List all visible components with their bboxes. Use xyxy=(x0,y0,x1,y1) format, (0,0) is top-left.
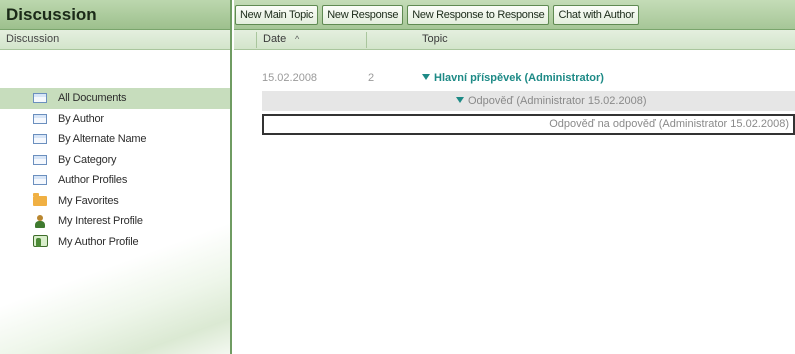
document-view-icon xyxy=(32,173,48,187)
new-main-topic-button[interactable]: New Main Topic xyxy=(235,5,319,25)
column-header-date[interactable]: Date xyxy=(263,30,286,50)
row-topic-text: Odpověď na odpověď (Administrator 15.02.… xyxy=(549,118,789,130)
expand-twisty-icon[interactable] xyxy=(422,74,430,80)
app-title: Discussion xyxy=(6,5,97,24)
document-view-icon xyxy=(32,91,48,105)
view-label: My Author Profile xyxy=(58,235,139,248)
row-date: 15.02.2008 xyxy=(262,72,318,84)
document-view-icon xyxy=(32,132,48,146)
document-row-main-topic[interactable]: 15.02.2008 2 Hlavní příspěvek (Administr… xyxy=(234,68,795,88)
document-view-icon xyxy=(32,153,48,167)
column-header-row: Date ^ Topic xyxy=(234,30,795,50)
navigator-pane: Discussion Discussion All Documents By A… xyxy=(0,0,232,354)
person-icon xyxy=(32,214,48,228)
column-separator xyxy=(366,32,367,48)
new-response-to-response-button[interactable]: New Response to Response xyxy=(407,5,550,25)
column-separator xyxy=(256,32,257,48)
view-by-category[interactable]: By Category xyxy=(0,150,230,171)
view-label: By Author xyxy=(58,112,104,125)
profile-icon xyxy=(32,235,48,249)
sidebar-title-bar: Discussion xyxy=(0,0,230,30)
action-bar: New Main Topic New Response New Response… xyxy=(234,0,795,30)
row-topic-text: Odpověď (Administrator 15.02.2008) xyxy=(468,95,647,107)
view-my-interest-profile[interactable]: My Interest Profile xyxy=(0,211,230,232)
row-topic-text: Hlavní příspěvek (Administrator) xyxy=(434,72,604,84)
view-label: My Favorites xyxy=(58,194,119,207)
row-topic: Hlavní příspěvek (Administrator) xyxy=(422,68,604,88)
row-response-count: 2 xyxy=(368,72,375,84)
folder-icon xyxy=(32,192,48,208)
column-header-topic[interactable]: Topic xyxy=(422,30,448,50)
view-label: By Alternate Name xyxy=(58,133,147,146)
view-pane: New Main Topic New Response New Response… xyxy=(234,0,795,354)
expand-twisty-icon[interactable] xyxy=(456,97,464,103)
chat-with-author-button[interactable]: Chat with Author xyxy=(553,5,640,25)
view-list: All Documents By Author By Alternate Nam… xyxy=(0,88,230,252)
view-label: All Documents xyxy=(58,92,127,105)
view-by-alternate-name[interactable]: By Alternate Name xyxy=(0,129,230,150)
view-label: By Category xyxy=(58,153,117,166)
view-by-author[interactable]: By Author xyxy=(0,109,230,130)
view-author-profiles[interactable]: Author Profiles xyxy=(0,170,230,191)
new-response-button[interactable]: New Response xyxy=(322,5,404,25)
sidebar-subheader: Discussion xyxy=(0,30,230,50)
document-row-response[interactable]: Odpověď (Administrator 15.02.2008) xyxy=(262,91,795,111)
row-topic: Odpověď (Administrator 15.02.2008) xyxy=(456,91,647,111)
view-label: Author Profiles xyxy=(58,174,128,187)
view-my-author-profile[interactable]: My Author Profile xyxy=(0,232,230,253)
document-view-icon xyxy=(32,112,48,126)
view-label: My Interest Profile xyxy=(58,215,143,228)
view-all-documents[interactable]: All Documents xyxy=(0,88,230,109)
document-row-response-to-response[interactable]: Odpověď na odpověď (Administrator 15.02.… xyxy=(262,114,795,135)
view-my-favorites[interactable]: My Favorites xyxy=(0,191,230,212)
sort-ascending-icon[interactable]: ^ xyxy=(295,30,299,50)
